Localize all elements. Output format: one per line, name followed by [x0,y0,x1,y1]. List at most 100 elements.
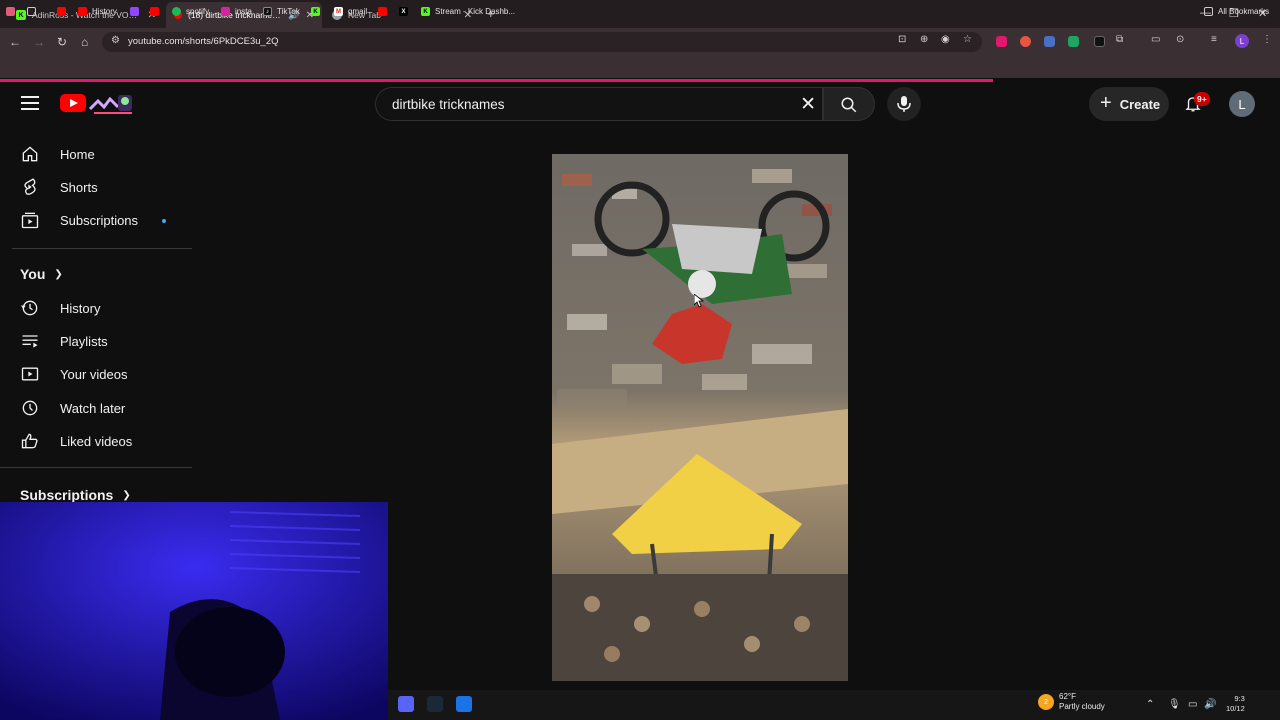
url-text: youtube.com/shorts/6PkDCE3u_2Q [128,36,279,47]
clock-date: 10/12 [1226,704,1245,713]
sidebar-item-label: Liked videos [60,433,133,449]
webcam-feed [0,502,388,720]
sidebar-item-label: Home [60,146,95,162]
sidebar-item-home[interactable]: Home [20,144,95,164]
weather-description: Partly cloudy [1059,702,1105,711]
bookmark-kick-dashboard[interactable]: K Stream - Kick Dashb... [421,5,515,18]
extension-icon[interactable] [1068,36,1079,47]
bookmark-tiktok[interactable]: ♪ TikTok [263,5,300,18]
bookmark-twitch[interactable] [130,5,144,18]
sidebar-item-liked-videos[interactable]: Liked videos [20,431,132,451]
apps-icon[interactable] [6,5,20,18]
extension-icon[interactable] [996,36,1007,47]
app-taskbar-icon[interactable] [456,696,472,712]
sidebar-item-label: History [60,300,101,316]
youtube-logo[interactable] [60,94,86,112]
bookmark-x[interactable]: X [399,5,413,18]
browser-profile-avatar[interactable]: L [1235,34,1249,48]
weather-badge: 2 [1044,698,1048,706]
profile-sync-icon[interactable]: ⊙ [1176,34,1184,45]
shorts-video-player[interactable] [552,154,848,681]
tracking-eye-icon[interactable]: ◉ [941,34,950,45]
clear-search-icon[interactable]: ✕ [800,93,816,116]
cast-icon[interactable]: ▭ [1151,34,1160,45]
sidebar-item-playlists[interactable]: Playlists [20,331,108,351]
back-icon[interactable]: ← [9,35,21,49]
microphone-tray-icon[interactable]: 🎙 [1168,699,1181,710]
chevron-up-icon[interactable]: ⌃ [1146,699,1154,710]
youtube-doodle-logo[interactable] [88,93,136,115]
sidebar-item-your-videos[interactable]: Your videos [20,364,127,384]
bookmark-label: spotify [186,7,210,16]
weather-widget[interactable]: 2 62°F Partly cloudy [1038,692,1105,712]
reload-icon[interactable]: ↻ [57,35,67,49]
sidebar-item-label: Your videos [60,366,128,382]
sidebar-item-history[interactable]: History [20,298,100,318]
home-icon [22,146,38,162]
grid-icon[interactable] [27,5,41,18]
guide-menu-icon[interactable] [21,96,39,114]
bookmarks-bar [0,56,1280,78]
forward-icon[interactable]: → [33,35,45,49]
sidebar-item-label: Shorts [60,179,98,195]
sidebar-item-watch-later[interactable]: Watch later [20,398,125,418]
notification-count-badge: 9+ [1194,92,1210,106]
sidebar-item-label: Subscriptions [60,212,139,228]
voice-search-button[interactable] [887,87,921,121]
sidebar-divider [12,248,192,249]
reading-list-icon[interactable]: ≡ [1211,34,1217,45]
playlists-icon [22,335,38,348]
bookmark-label: insta [235,7,252,16]
sidebar-item-subscriptions[interactable]: Subscriptions [20,210,138,230]
bookmark-youtube-3[interactable] [378,5,392,18]
bookmark-history[interactable]: History [78,5,117,18]
site-info-icon[interactable]: ⚙ [111,35,120,46]
bookmark-star-icon[interactable]: ☆ [963,34,972,45]
account-avatar[interactable]: L [1229,91,1255,117]
browser-menu-icon[interactable]: ⋮ [1262,34,1272,45]
steam-icon[interactable] [427,696,443,712]
dirtbike-video-frame [552,154,848,681]
zoom-icon[interactable]: ⊕ [920,34,928,45]
streamer-webcam-overlay [0,502,388,720]
bookmark-youtube[interactable] [57,5,71,18]
bookmark-label: Stream - Kick Dashb... [435,7,516,16]
mouse-cursor-icon [694,294,704,308]
your-videos-icon [21,367,39,381]
extension-icon[interactable] [1020,36,1031,47]
search-input[interactable]: dirtbike tricknames [392,97,505,112]
install-app-icon[interactable]: ⊡ [898,34,906,45]
discord-icon[interactable] [398,696,414,712]
create-button[interactable]: + Create [1089,87,1169,121]
page-load-progress [0,79,993,82]
search-button[interactable] [823,87,875,121]
sidebar-item-shorts[interactable]: Shorts [20,177,98,197]
chevron-right-icon: ❯ [54,268,63,280]
sidebar-subscriptions-header[interactable]: Subscriptions ❯ [20,487,131,503]
search-box[interactable]: dirtbike tricknames ✕ [375,87,823,121]
volume-icon[interactable]: 🔊 [1204,699,1216,710]
bookmark-label: gmail [348,7,368,16]
bookmark-youtube-2[interactable] [150,5,164,18]
monitor-icon[interactable]: ▭ [1188,699,1197,710]
you-heading: You [20,266,46,282]
all-bookmarks[interactable]: All Bookmarks [1204,5,1269,18]
bookmark-spotify[interactable]: spotify [172,5,209,18]
sidebar-divider [0,467,192,468]
bookmark-kick[interactable]: K [311,5,325,18]
extension-icon[interactable] [1044,36,1055,47]
system-clock[interactable]: 9:3 10/12 [1226,694,1245,714]
sidebar-you-header[interactable]: You ❯ [20,266,63,282]
bookmark-label: TikTok [277,7,300,16]
address-bar[interactable]: ⚙ youtube.com/shorts/6PkDCE3u_2Q [102,32,982,52]
extensions-puzzle-icon[interactable]: ⧉ [1116,34,1123,45]
bookmark-gmail[interactable]: Mgmail [334,5,367,18]
bookmark-label: History [92,7,117,16]
clock-time: 9:3 [1234,694,1245,703]
new-content-dot [162,219,166,223]
home-button-icon[interactable]: ⌂ [81,35,88,49]
microphone-icon [897,96,911,112]
extension-icon[interactable] [1094,36,1105,47]
all-bookmarks-label: All Bookmarks [1218,7,1270,16]
bookmark-insta[interactable]: insta [221,5,252,18]
